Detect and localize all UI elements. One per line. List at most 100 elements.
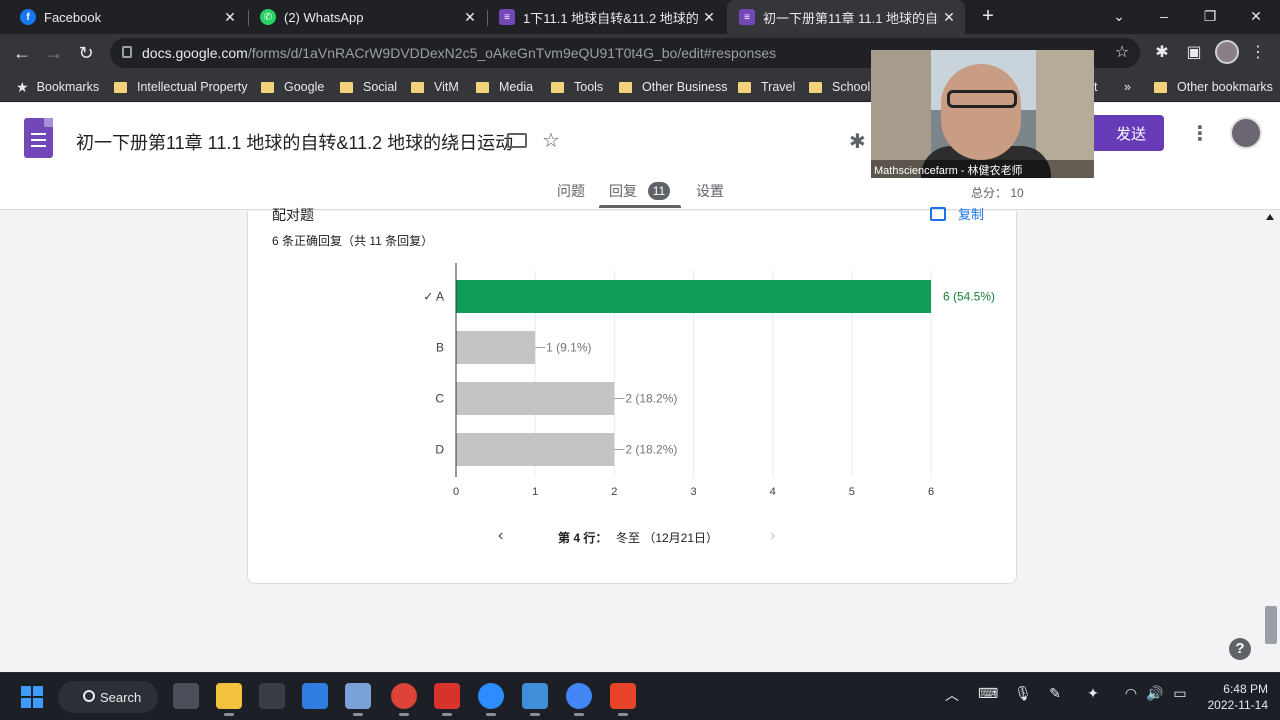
folder-icon xyxy=(411,81,424,93)
copy-chart-button[interactable]: 复制 xyxy=(930,204,984,223)
minimize-button[interactable]: – xyxy=(1141,0,1187,34)
whiteboard-icon[interactable] xyxy=(302,683,328,709)
x-tick-label: 3 xyxy=(690,486,696,498)
pager-label: 第 4 行： xyxy=(558,531,608,545)
bookmark-star-icon[interactable]: ☆ xyxy=(1110,41,1134,65)
copy-icon xyxy=(930,206,946,221)
forward-button[interactable]: → xyxy=(42,41,66,65)
tray-overflow-icon[interactable]: ︿ xyxy=(942,685,962,705)
account-avatar[interactable] xyxy=(1230,117,1262,149)
profile-avatar[interactable] xyxy=(1215,40,1239,64)
taskbar-clock[interactable]: 6:48 PM 2022-11-14 xyxy=(1198,681,1269,713)
x-tick-label: 0 xyxy=(453,486,459,498)
battery-icon[interactable]: ▭ xyxy=(1170,685,1190,702)
google-forms-logo[interactable] xyxy=(24,118,53,158)
close-icon[interactable]: ✕ xyxy=(699,9,719,26)
zoom-icon[interactable] xyxy=(478,683,504,716)
keyboard-icon[interactable]: ⌨ xyxy=(978,685,998,702)
bookmark-folder[interactable]: Tools xyxy=(551,78,603,96)
whatsapp-icon: ✆ xyxy=(260,9,276,25)
restore-button[interactable]: ❐ xyxy=(1187,0,1233,34)
bookmark-folder[interactable]: Media xyxy=(476,78,533,96)
chrome-profile-icon[interactable] xyxy=(566,683,592,716)
bookmark-folder[interactable]: VitM xyxy=(411,78,459,96)
pen-icon[interactable]: ✎ xyxy=(1045,685,1065,702)
copy-label: 复制 xyxy=(958,207,985,222)
bookmark-folder[interactable]: School xyxy=(809,78,870,96)
form-title[interactable]: 初一下册第11章 11.1 地球的自转&11.2 地球的绕日运动 xyxy=(76,129,513,155)
window-close-button[interactable]: ✕ xyxy=(1233,0,1279,34)
close-icon[interactable]: ✕ xyxy=(220,9,240,26)
notepad-icon[interactable] xyxy=(522,683,548,716)
chevron-right-icon: » xyxy=(1124,80,1131,94)
side-panel-icon[interactable]: ▣ xyxy=(1182,41,1206,65)
tab-questions[interactable]: 问题 xyxy=(557,181,585,201)
reload-button[interactable]: ↻ xyxy=(74,41,98,65)
tab-form-current[interactable]: ≡ 初一下册第11章 11.1 地球的自转 ✕ xyxy=(727,0,965,34)
wifi-icon[interactable]: ◠ xyxy=(1121,685,1141,702)
bookmark-folder[interactable]: Google xyxy=(261,78,324,96)
google-forms-icon: ≡ xyxy=(739,9,755,25)
addon-puzzle-icon[interactable]: ✱ xyxy=(849,129,866,154)
bookmark-folder[interactable]: Social xyxy=(340,78,397,96)
send-button[interactable]: 发送 xyxy=(1088,115,1164,151)
windows-taskbar: Search ︿ ⌨ 🎙 ✎ ✦ ◠ 🔊 ▭ 6:48 PM 2022-11-1… xyxy=(0,672,1280,720)
url-host: docs.google.com xyxy=(142,45,248,61)
bookmark-partial[interactable]: t xyxy=(1094,78,1097,96)
file-explorer-icon[interactable] xyxy=(216,683,242,716)
app-tray-icon[interactable]: ✦ xyxy=(1083,685,1103,702)
phone-app-icon[interactable] xyxy=(259,683,285,709)
taskbar-search[interactable]: Search xyxy=(58,681,158,713)
row-pager: ‹ 第 4 行： 冬至 （12月21日） › xyxy=(248,527,1018,547)
new-tab-button[interactable]: + xyxy=(976,5,1000,29)
scrollbar-thumb[interactable] xyxy=(1265,606,1277,644)
wps-writer-icon[interactable] xyxy=(610,683,636,716)
chevron-left-icon[interactable]: ‹ xyxy=(498,527,503,545)
tab-responses[interactable]: 回复 xyxy=(609,181,637,201)
more-options-icon[interactable]: ⋮ xyxy=(1190,121,1210,146)
close-icon[interactable]: ✕ xyxy=(460,9,480,26)
tab-form-previous[interactable]: ≡ 1下11.1 地球自转&11.2 地球的绕 ✕ xyxy=(487,0,725,34)
back-button[interactable]: ← xyxy=(10,41,34,65)
tab-facebook[interactable]: f Facebook ✕ xyxy=(8,0,246,34)
start-button[interactable] xyxy=(21,686,43,708)
calculator-icon[interactable] xyxy=(345,683,371,716)
microphone-icon[interactable]: 🎙 xyxy=(1013,685,1033,702)
x-tick-label: 4 xyxy=(770,486,776,498)
bookmark-folder[interactable]: Travel xyxy=(738,78,795,96)
total-points: 总分： 10 xyxy=(971,186,1024,200)
bookmarks-overflow-button[interactable]: » xyxy=(1124,78,1131,96)
webcam-caption: Mathsciencefarm - 林健农老师 xyxy=(871,160,1094,178)
other-bookmarks[interactable]: Other bookmarks xyxy=(1154,78,1273,96)
move-folder-icon[interactable] xyxy=(507,133,527,148)
chart-bar xyxy=(456,382,615,415)
folder-icon xyxy=(1154,81,1167,93)
bookmark-label: Bookmarks xyxy=(36,80,100,94)
google-forms-icon: ≡ xyxy=(499,9,515,25)
folder-icon xyxy=(619,81,632,93)
chrome-icon[interactable] xyxy=(391,683,417,716)
tab-search-button[interactable]: ⌄ xyxy=(1096,0,1142,34)
scroll-up-arrow[interactable] xyxy=(1266,214,1274,220)
bookmark-folder[interactable]: Other Business xyxy=(619,78,727,96)
menu-dots-icon[interactable]: ⋮ xyxy=(1246,41,1270,65)
bookmarks-button[interactable]: ★ Bookmarks xyxy=(16,78,99,96)
tab-settings[interactable]: 设置 xyxy=(696,181,724,201)
bookmark-label: Intellectual Property xyxy=(137,80,248,94)
help-icon[interactable]: ? xyxy=(1229,638,1251,660)
task-view-icon[interactable] xyxy=(173,683,199,709)
close-icon[interactable]: ✕ xyxy=(939,9,959,26)
folder-icon xyxy=(114,81,127,93)
bookmark-folder[interactable]: Intellectual Property xyxy=(114,78,247,96)
volume-icon[interactable]: 🔊 xyxy=(1145,685,1165,702)
star-icon[interactable]: ☆ xyxy=(542,128,560,153)
x-tick-label: 6 xyxy=(928,486,934,498)
chart-bar xyxy=(456,433,615,466)
bookmark-label: Other bookmarks xyxy=(1177,80,1273,94)
tab-whatsapp[interactable]: ✆ (2) WhatsApp ✕ xyxy=(248,0,486,34)
browser-tab-strip: f Facebook ✕ ✆ (2) WhatsApp ✕ ≡ 1下11.1 地… xyxy=(0,0,1280,34)
extensions-icon[interactable]: ✱ xyxy=(1150,41,1174,65)
chevron-right-icon[interactable]: › xyxy=(770,527,775,545)
wps-office-icon[interactable] xyxy=(434,683,460,716)
response-count-badge: 11 xyxy=(648,182,670,200)
